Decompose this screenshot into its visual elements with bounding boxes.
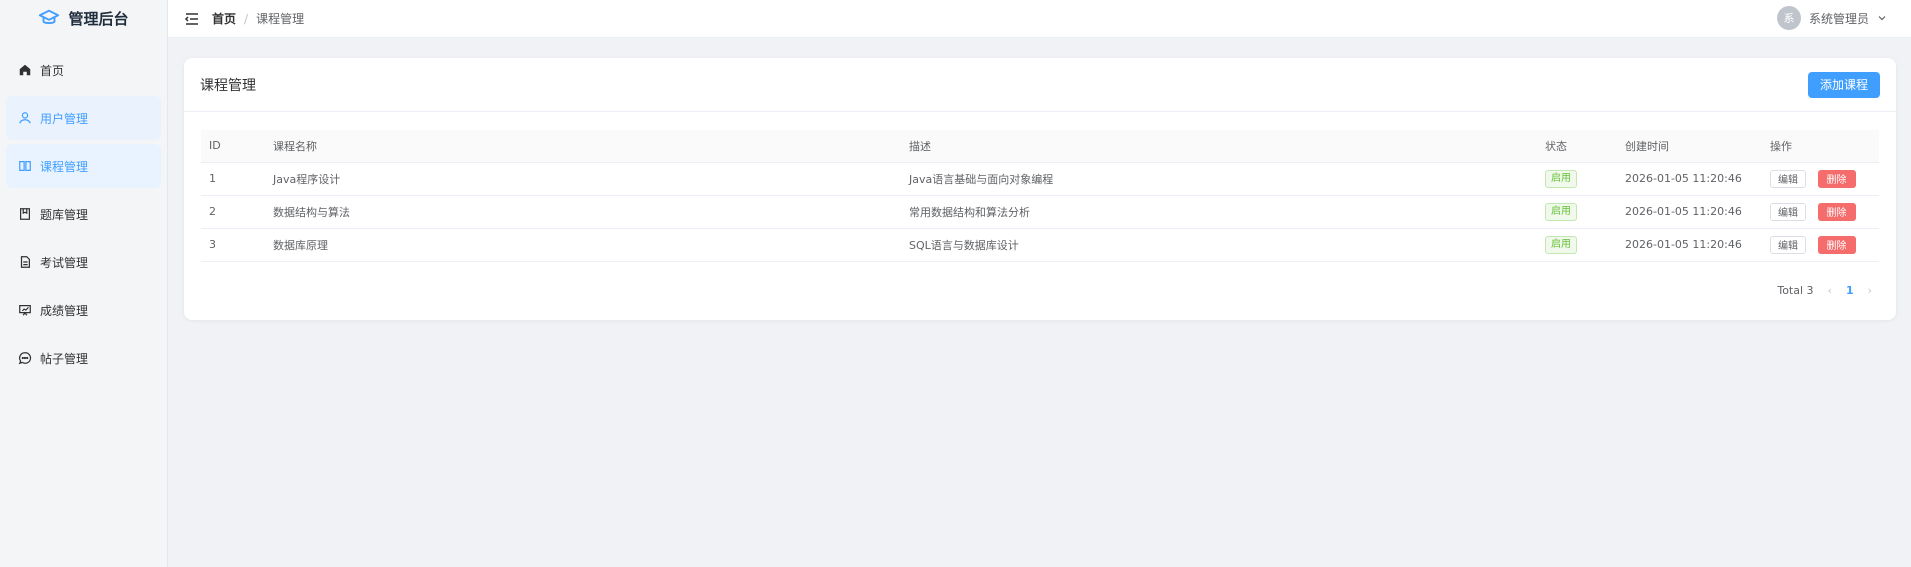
graduation-cap-icon bbox=[39, 9, 60, 24]
avatar[interactable]: 系 bbox=[1776, 6, 1801, 30]
sidebar-item-grades[interactable]: 成绩管理 bbox=[6, 288, 161, 332]
breadcrumb: 首页 / 课程管理 bbox=[212, 10, 304, 27]
sidebar-item-label: 首页 bbox=[40, 63, 65, 78]
breadcrumb-home[interactable]: 首页 bbox=[212, 10, 236, 27]
table-row: 3 数据库原理 SQL语言与数据库设计 启用 2026-01-05 11:20:… bbox=[201, 228, 1879, 262]
username[interactable]: 系统管理员 bbox=[1809, 10, 1869, 27]
edit-button[interactable]: 编辑 bbox=[1770, 235, 1806, 254]
app-logo: 管理后台 bbox=[0, 0, 167, 36]
sidebar-item-label: 用户管理 bbox=[40, 111, 89, 126]
user-menu[interactable]: 系 系统管理员 bbox=[1776, 6, 1887, 30]
sidebar-item-label: 成绩管理 bbox=[40, 303, 89, 318]
pagination-total: Total 3 bbox=[1777, 284, 1814, 297]
home-icon bbox=[19, 64, 31, 76]
app-title: 管理后台 bbox=[68, 9, 129, 28]
sidebar-item-label: 课程管理 bbox=[40, 159, 89, 174]
user-icon bbox=[19, 112, 31, 124]
edit-button[interactable]: 编辑 bbox=[1770, 202, 1806, 221]
sidebar-item-exams[interactable]: 考试管理 bbox=[6, 240, 161, 284]
cell-description: 常用数据结构和算法分析 bbox=[901, 195, 1537, 229]
page-title: 课程管理 bbox=[200, 77, 256, 94]
question-bank-icon bbox=[20, 208, 30, 220]
presentation-icon bbox=[19, 305, 31, 316]
cell-description: SQL语言与数据库设计 bbox=[901, 228, 1537, 262]
status-badge: 启用 bbox=[1545, 202, 1577, 221]
cell-id: 2 bbox=[201, 195, 265, 229]
chevron-down-icon[interactable] bbox=[1877, 13, 1887, 23]
column-header: 状态 bbox=[1537, 130, 1617, 163]
pagination: Total 3 ‹ 1 › bbox=[1777, 284, 1872, 297]
page-number[interactable]: 1 bbox=[1846, 284, 1854, 297]
sidebar-item-courses[interactable]: 课程管理 bbox=[6, 144, 161, 188]
menu-fold-icon[interactable] bbox=[184, 11, 200, 27]
column-header: 课程名称 bbox=[265, 130, 901, 163]
add-course-button[interactable]: 添加课程 bbox=[1807, 71, 1880, 98]
cell-created: 2026-01-05 11:20:46 bbox=[1617, 162, 1762, 196]
cell-id: 3 bbox=[201, 228, 265, 262]
table-header-row: ID 课程名称 描述 状态 创建时间 操作 bbox=[201, 130, 1879, 163]
sidebar-item-question-bank[interactable]: 题库管理 bbox=[6, 192, 161, 236]
status-badge: 启用 bbox=[1545, 169, 1577, 188]
table-row: 1 Java程序设计 Java语言基础与面向对象编程 启用 2026-01-05… bbox=[201, 162, 1879, 196]
column-header: ID bbox=[201, 130, 265, 163]
column-header: 创建时间 bbox=[1617, 130, 1762, 163]
cell-name: 数据库原理 bbox=[265, 228, 901, 262]
breadcrumb-current: 课程管理 bbox=[256, 12, 305, 26]
sidebar-item-users[interactable]: 用户管理 bbox=[6, 96, 161, 140]
column-header: 描述 bbox=[901, 130, 1537, 163]
sidebar-item-posts[interactable]: 帖子管理 bbox=[6, 336, 161, 380]
column-header: 操作 bbox=[1762, 130, 1879, 163]
sidebar-item-label: 考试管理 bbox=[40, 255, 89, 270]
document-icon bbox=[20, 256, 30, 268]
cell-created: 2026-01-05 11:20:46 bbox=[1617, 228, 1762, 262]
delete-button[interactable]: 删除 bbox=[1817, 235, 1856, 254]
prev-page-icon[interactable]: ‹ bbox=[1828, 284, 1832, 297]
sidebar: 管理后台 首页 用户管理 课程管理 题库管理 考试管理 成绩管理 帖子管理 bbox=[0, 0, 168, 567]
book-icon bbox=[19, 161, 31, 171]
next-page-icon[interactable]: › bbox=[1868, 284, 1872, 297]
sidebar-item-label: 帖子管理 bbox=[40, 351, 89, 366]
cell-description: Java语言基础与面向对象编程 bbox=[901, 162, 1537, 196]
chat-icon bbox=[18, 352, 32, 365]
sidebar-menu: 首页 用户管理 课程管理 题库管理 考试管理 成绩管理 帖子管理 bbox=[0, 36, 167, 380]
cell-name: 数据结构与算法 bbox=[265, 195, 901, 229]
cell-id: 1 bbox=[201, 162, 265, 196]
edit-button[interactable]: 编辑 bbox=[1770, 169, 1806, 188]
delete-button[interactable]: 删除 bbox=[1817, 169, 1856, 188]
delete-button[interactable]: 删除 bbox=[1817, 202, 1856, 221]
status-badge: 启用 bbox=[1545, 235, 1577, 254]
sidebar-item-label: 题库管理 bbox=[40, 207, 89, 222]
table-row: 2 数据结构与算法 常用数据结构和算法分析 启用 2026-01-05 11:2… bbox=[201, 195, 1879, 229]
cell-created: 2026-01-05 11:20:46 bbox=[1617, 195, 1762, 229]
top-header: 首页 / 课程管理 系 系统管理员 bbox=[168, 0, 1911, 38]
cell-name: Java程序设计 bbox=[265, 162, 901, 196]
sidebar-item-home[interactable]: 首页 bbox=[6, 48, 161, 92]
card-header: 课程管理 添加课程 bbox=[184, 58, 1896, 112]
breadcrumb-separator: / bbox=[244, 11, 249, 26]
course-card: 课程管理 添加课程 ID 课程名称 描述 状态 创建时间 操作 1 Java程序… bbox=[184, 58, 1896, 320]
course-table: ID 课程名称 描述 状态 创建时间 操作 1 Java程序设计 Java语言基… bbox=[201, 130, 1879, 262]
